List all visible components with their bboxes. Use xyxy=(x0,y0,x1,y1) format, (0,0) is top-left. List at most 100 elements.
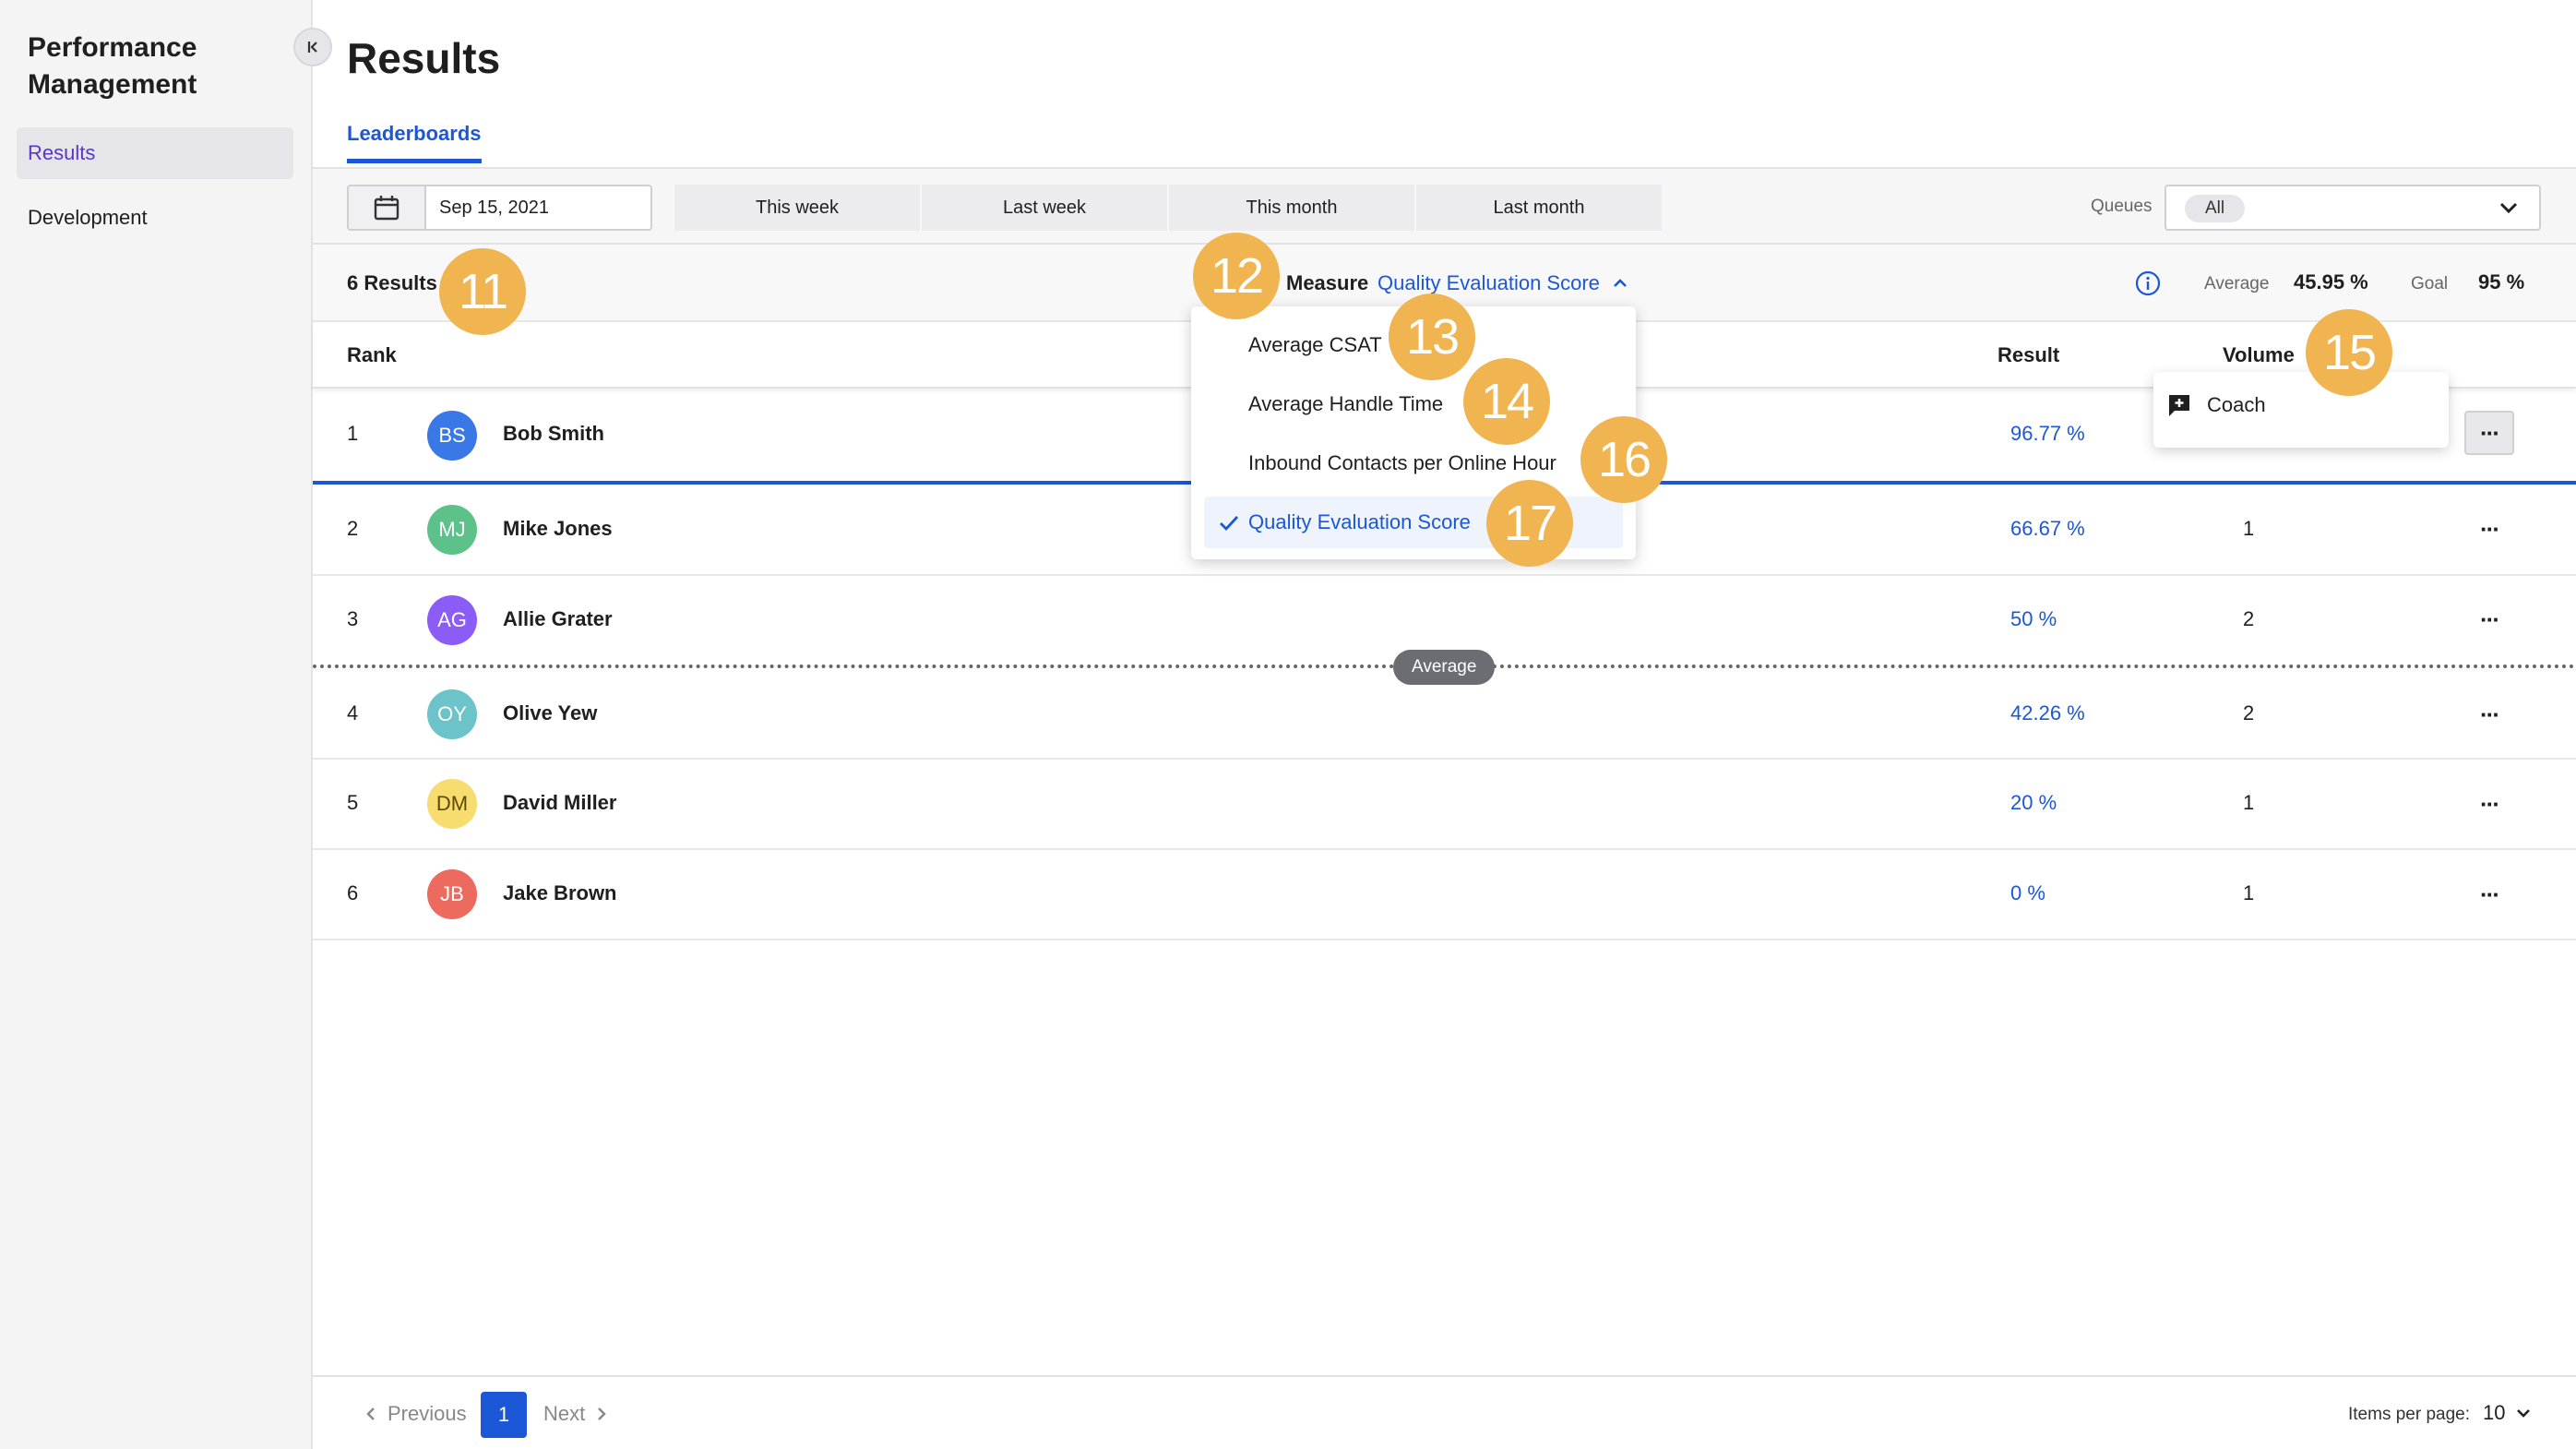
sidebar-item-label: Results xyxy=(28,141,96,164)
sidebar-item-results[interactable]: Results xyxy=(17,127,293,179)
rank-cell: 3 xyxy=(347,607,359,630)
info-icon[interactable] xyxy=(2134,269,2162,297)
menu-item-average-handle-time[interactable]: Average Handle Time xyxy=(1204,378,1623,430)
avatar: MJ xyxy=(427,505,477,555)
filter-toolbar: Sep 15, 2021 This week Last week This mo… xyxy=(313,169,2576,245)
average-label: Average xyxy=(2204,274,2270,293)
name-cell: David Miller xyxy=(503,791,617,814)
annotation-badge: 11 xyxy=(439,248,526,335)
goal-value: 95 % xyxy=(2478,270,2525,293)
this-week-button[interactable]: This week xyxy=(674,185,922,231)
last-month-button[interactable]: Last month xyxy=(1416,185,1664,231)
pagination: Previous 1 Next Items per page: 10 xyxy=(313,1375,2576,1449)
result-header[interactable]: Result xyxy=(1998,343,2059,367)
menu-item-label: Average Handle Time xyxy=(1248,392,1444,415)
result-cell: 0 % xyxy=(2010,881,2045,904)
goal-label: Goal xyxy=(2411,274,2449,293)
annotation-badge: 16 xyxy=(1580,416,1667,503)
page-title: Results xyxy=(347,34,501,82)
queue-chip: All xyxy=(2185,195,2246,222)
result-cell: 20 % xyxy=(2010,791,2057,814)
collapse-left-icon xyxy=(307,42,317,53)
next-button[interactable]: Next xyxy=(543,1402,609,1426)
rank-cell: 5 xyxy=(347,791,359,814)
result-cell: 50 % xyxy=(2010,607,2057,630)
items-per-page-select[interactable]: 10 xyxy=(2483,1401,2533,1425)
avatar: OY xyxy=(427,689,477,739)
table-row[interactable]: 5 DM David Miller 20 % 1 ··· xyxy=(313,760,2576,850)
previous-label: Previous xyxy=(388,1402,467,1425)
measure-dropdown[interactable]: Quality Evaluation Score xyxy=(1377,271,1629,295)
add-comment-icon xyxy=(2169,395,2189,416)
rank-cell: 4 xyxy=(347,701,359,724)
chevron-up-icon xyxy=(1613,279,1627,287)
checkmark-icon xyxy=(1220,516,1239,532)
chevron-right-icon xyxy=(598,1407,606,1420)
previous-button[interactable]: Previous xyxy=(364,1402,467,1426)
rank-cell: 2 xyxy=(347,517,359,540)
measure-label: Measure xyxy=(1286,271,1369,294)
menu-item-inbound-contacts[interactable]: Inbound Contacts per Online Hour xyxy=(1204,437,1623,489)
items-per-page-label: Items per page: xyxy=(2348,1405,2471,1424)
annotation-badge: 14 xyxy=(1463,358,1550,445)
measure-value: Quality Evaluation Score xyxy=(1377,271,1600,294)
sidebar-item-label: Development xyxy=(28,206,148,229)
date-range-group: This week Last week This month Last mont… xyxy=(674,185,1664,231)
menu-item-label: Inbound Contacts per Online Hour xyxy=(1248,451,1556,474)
row-more-button[interactable]: ··· xyxy=(2464,872,2514,916)
calendar-button[interactable] xyxy=(347,185,424,231)
rank-cell: 6 xyxy=(347,881,359,904)
menu-item-label: Quality Evaluation Score xyxy=(1248,510,1471,533)
name-cell: Jake Brown xyxy=(503,881,617,904)
menu-item-label: Average CSAT xyxy=(1248,333,1382,356)
annotation-badge: 17 xyxy=(1486,480,1573,567)
avatar: BS xyxy=(427,411,477,461)
volume-cell: 2 xyxy=(2243,607,2255,630)
last-week-button[interactable]: Last week xyxy=(922,185,1169,231)
app-title: Performance Management xyxy=(28,32,197,100)
row-more-button[interactable]: ··· xyxy=(2464,597,2514,641)
annotation-badge: 12 xyxy=(1193,233,1280,319)
chevron-down-icon xyxy=(2517,1409,2531,1418)
calendar-icon xyxy=(374,196,400,221)
row-action-menu: Coach xyxy=(2153,372,2449,448)
row-more-button[interactable]: ··· xyxy=(2464,692,2514,736)
name-cell: Olive Yew xyxy=(503,701,598,724)
volume-header[interactable]: Volume xyxy=(2223,343,2295,367)
rank-header[interactable]: Rank xyxy=(347,343,397,367)
page-1-button[interactable]: 1 xyxy=(481,1392,527,1438)
volume-cell: 2 xyxy=(2243,701,2255,724)
name-cell: Bob Smith xyxy=(503,422,604,445)
date-input[interactable]: Sep 15, 2021 xyxy=(424,185,652,231)
chevron-left-icon xyxy=(366,1407,375,1420)
items-per-page-value: 10 xyxy=(2483,1401,2506,1424)
volume-cell: 1 xyxy=(2243,791,2255,814)
average-value: 45.95 % xyxy=(2294,270,2368,293)
menu-item-coach[interactable]: Coach xyxy=(2166,392,2266,418)
queues-select[interactable]: All xyxy=(2165,185,2541,231)
tab-leaderboards[interactable]: Leaderboards xyxy=(347,122,482,163)
name-cell: Allie Grater xyxy=(503,607,613,630)
row-more-button[interactable]: ··· xyxy=(2464,507,2514,551)
row-more-button[interactable]: ··· xyxy=(2464,782,2514,826)
table-row[interactable]: 6 JB Jake Brown 0 % 1 ··· xyxy=(313,850,2576,940)
avatar: DM xyxy=(427,779,477,829)
row-more-button[interactable]: ··· xyxy=(2464,411,2514,455)
name-cell: Mike Jones xyxy=(503,517,613,540)
annotation-badge: 13 xyxy=(1389,293,1475,380)
result-cell: 66.67 % xyxy=(2010,517,2085,540)
annotation-badge: 15 xyxy=(2306,309,2392,396)
chevron-down-icon xyxy=(2499,202,2518,214)
avatar: JB xyxy=(427,869,477,919)
volume-cell: 1 xyxy=(2243,881,2255,904)
collapse-sidebar-button[interactable] xyxy=(293,28,332,66)
result-cell: 96.77 % xyxy=(2010,422,2085,445)
next-label: Next xyxy=(543,1402,586,1425)
this-month-button[interactable]: This month xyxy=(1169,185,1416,231)
results-count: 6 Results xyxy=(347,271,437,294)
avatar: AG xyxy=(427,595,477,645)
rank-cell: 1 xyxy=(347,422,359,445)
average-marker: Average xyxy=(1393,650,1496,685)
menu-item-label: Coach xyxy=(2207,393,2266,416)
sidebar-item-development[interactable]: Development xyxy=(17,192,293,244)
